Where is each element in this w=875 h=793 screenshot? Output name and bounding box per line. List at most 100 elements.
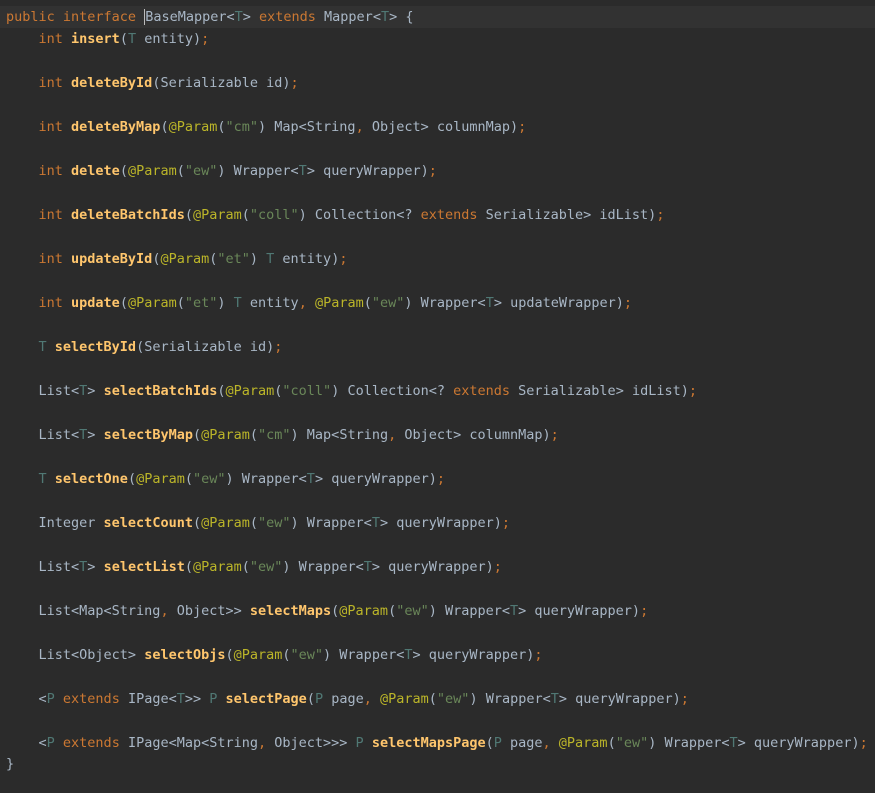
code-line: List<T> selectList(@Param("ew") Wrapper<… — [6, 556, 502, 578]
code-token: Mapper — [324, 9, 373, 25]
code-line: int delete(@Param("ew") Wrapper<T> query… — [6, 160, 437, 182]
code-token: selectMapsPage — [371, 735, 486, 751]
code-token: extends — [259, 9, 325, 25]
code-token: T — [266, 251, 283, 267]
code-token: entity) — [144, 31, 202, 47]
code-token: ( — [184, 559, 193, 575]
code-token: < — [372, 9, 381, 25]
code-token: ) — [217, 295, 234, 311]
code-token: "ew" — [184, 163, 218, 179]
code-token: Serializable> idList) — [485, 207, 657, 223]
code-line: <P extends IPage<T>> P selectPage(P page… — [6, 688, 689, 710]
code-token: "ew" — [193, 471, 226, 487]
code-token: selectMaps — [249, 603, 332, 619]
code-line: T selectOne(@Param("ew") Wrapper<T> quer… — [6, 468, 445, 490]
code-token: > queryWrapper) — [412, 647, 535, 663]
code-token: T — [127, 31, 145, 47]
code-token: ( — [217, 383, 226, 399]
code-token: ( — [184, 207, 193, 223]
code-token: > queryWrapper) — [518, 603, 641, 619]
code-line: public interface BaseMapper<T> extends M… — [6, 6, 414, 28]
code-token: ( — [428, 691, 437, 707]
code-token: "et" — [184, 295, 218, 311]
code-token: ; — [436, 471, 445, 487]
code-token: < — [38, 691, 47, 707]
code-token: ( — [249, 427, 259, 443]
code-token: int — [38, 31, 72, 47]
code-token: "cm" — [258, 427, 291, 443]
code-token: ; — [501, 515, 511, 531]
code-token: , — [355, 119, 372, 135]
code-editor[interactable]: public interface BaseMapper<T> extends M… — [0, 0, 875, 793]
code-token: ( — [184, 471, 193, 487]
code-token: ) Collection<? — [331, 383, 454, 399]
code-token: selectList — [103, 559, 185, 575]
code-token: P — [46, 735, 63, 751]
code-token: ; — [859, 735, 868, 751]
code-token: Object>> — [176, 603, 250, 619]
code-line: int deleteBatchIds(@Param("coll") Collec… — [6, 204, 665, 226]
code-token: int — [38, 251, 72, 267]
code-token: > updateWrapper) — [493, 295, 624, 311]
code-token: , — [298, 295, 315, 311]
code-token: @Param — [127, 163, 177, 179]
code-token: "coll" — [282, 383, 332, 399]
code-token: selectById — [54, 339, 137, 355]
code-token: ) Wrapper< — [282, 559, 364, 575]
code-token: int — [38, 295, 72, 311]
code-token: (Serializable id) — [152, 75, 291, 91]
code-token: insert — [71, 31, 120, 47]
code-token: ; — [550, 427, 559, 443]
code-token: selectByMap — [103, 427, 193, 443]
code-line: } — [6, 753, 14, 775]
code-token: > — [87, 427, 104, 443]
code-token: ; — [201, 31, 210, 47]
code-token: > — [242, 9, 260, 25]
code-line: int deleteByMap(@Param("cm") Map<String,… — [6, 116, 527, 138]
code-token: ) Collection<? — [298, 207, 421, 223]
code-line: Integer selectCount(@Param("ew") Wrapper… — [6, 512, 511, 534]
code-token: selectOne — [54, 471, 128, 487]
code-token: ; — [534, 647, 543, 663]
code-token: ( — [176, 163, 185, 179]
code-token: T — [550, 691, 559, 707]
code-token: T — [234, 9, 243, 25]
code-token: < — [226, 9, 235, 25]
code-token: @Param — [192, 559, 242, 575]
code-token: ( — [176, 295, 185, 311]
code-token: List< — [38, 427, 80, 443]
code-token: ; — [640, 603, 649, 619]
code-token: delete — [71, 163, 120, 179]
code-token: ) Wrapper< — [404, 295, 486, 311]
code-line: List<Object> selectObjs(@Param("ew") Wra… — [6, 644, 543, 666]
code-token: "cm" — [225, 119, 259, 135]
code-token: update — [71, 295, 120, 311]
code-token: Object> columnMap) — [371, 119, 519, 135]
code-line: List<T> selectByMap(@Param("cm") Map<Str… — [6, 424, 559, 446]
code-token: P — [493, 735, 511, 751]
code-token: T — [380, 9, 390, 25]
code-token: int — [38, 119, 72, 135]
code-token: "ew" — [371, 295, 405, 311]
code-token: ( — [192, 427, 202, 443]
code-token: ) Wrapper< — [225, 471, 307, 487]
code-line: int insert(T entity); — [6, 28, 210, 50]
code-token: selectBatchIds — [103, 383, 218, 399]
code-token: ) Map<String — [258, 119, 356, 135]
code-token: deleteById — [71, 75, 153, 91]
code-line: List<Map<String, Object>> selectMaps (@Pa… — [6, 600, 649, 622]
code-token: deleteBatchIds — [71, 207, 185, 223]
code-token: @Param — [136, 471, 185, 487]
code-token: ( — [217, 119, 226, 135]
code-token: interface — [62, 9, 145, 25]
code-token: "ew" — [290, 647, 324, 663]
